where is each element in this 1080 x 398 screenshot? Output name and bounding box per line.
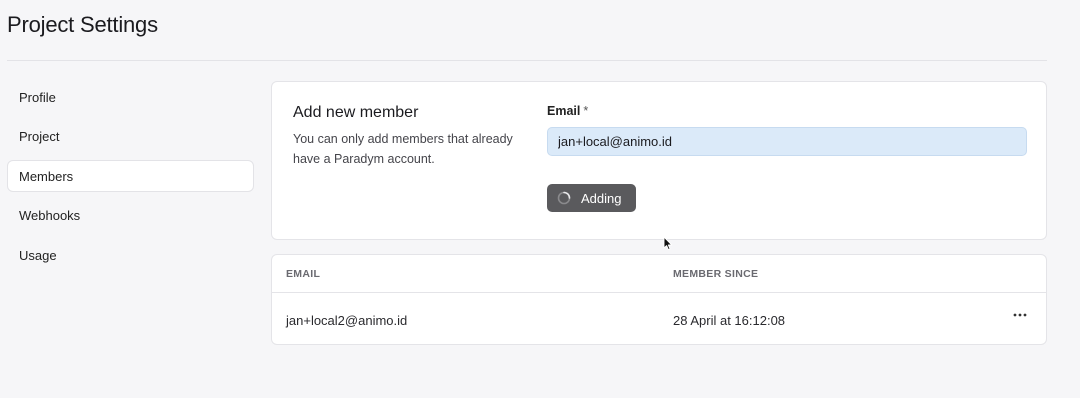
email-input[interactable]: [547, 127, 1027, 156]
settings-sidebar: Profile Project Members Webhooks Usage: [7, 81, 254, 279]
sidebar-item-usage[interactable]: Usage: [7, 239, 254, 271]
add-member-description: You can only add members that already ha…: [293, 132, 513, 166]
more-horizontal-icon[interactable]: [1011, 306, 1029, 324]
column-header-member-since: MEMBER SINCE: [673, 268, 759, 280]
mouse-cursor-icon: [663, 236, 673, 256]
members-table: EMAIL MEMBER SINCE jan+local2@animo.id 2…: [271, 254, 1047, 345]
sidebar-item-members[interactable]: Members: [7, 160, 254, 192]
add-member-card: Add new member You can only add members …: [271, 81, 1047, 240]
add-member-title: Add new member: [293, 104, 419, 121]
email-label: Email *: [547, 104, 588, 118]
spinner-icon: [557, 191, 571, 205]
column-header-email: EMAIL: [286, 268, 321, 280]
table-header: EMAIL MEMBER SINCE: [272, 255, 1046, 293]
sidebar-item-profile[interactable]: Profile: [7, 81, 254, 113]
member-since: 28 April at 16:12:08: [673, 313, 786, 328]
add-member-button-label: Adding: [581, 190, 622, 206]
required-mark: *: [583, 104, 589, 118]
add-member-button[interactable]: Adding: [547, 184, 636, 212]
email-label-text: Email: [547, 104, 581, 118]
sidebar-item-webhooks[interactable]: Webhooks: [7, 200, 254, 232]
page-title: Project Settings: [7, 12, 158, 37]
sidebar-item-project[interactable]: Project: [7, 121, 254, 153]
title-divider: [7, 60, 1047, 61]
member-email: jan+local2@animo.id: [286, 313, 408, 328]
